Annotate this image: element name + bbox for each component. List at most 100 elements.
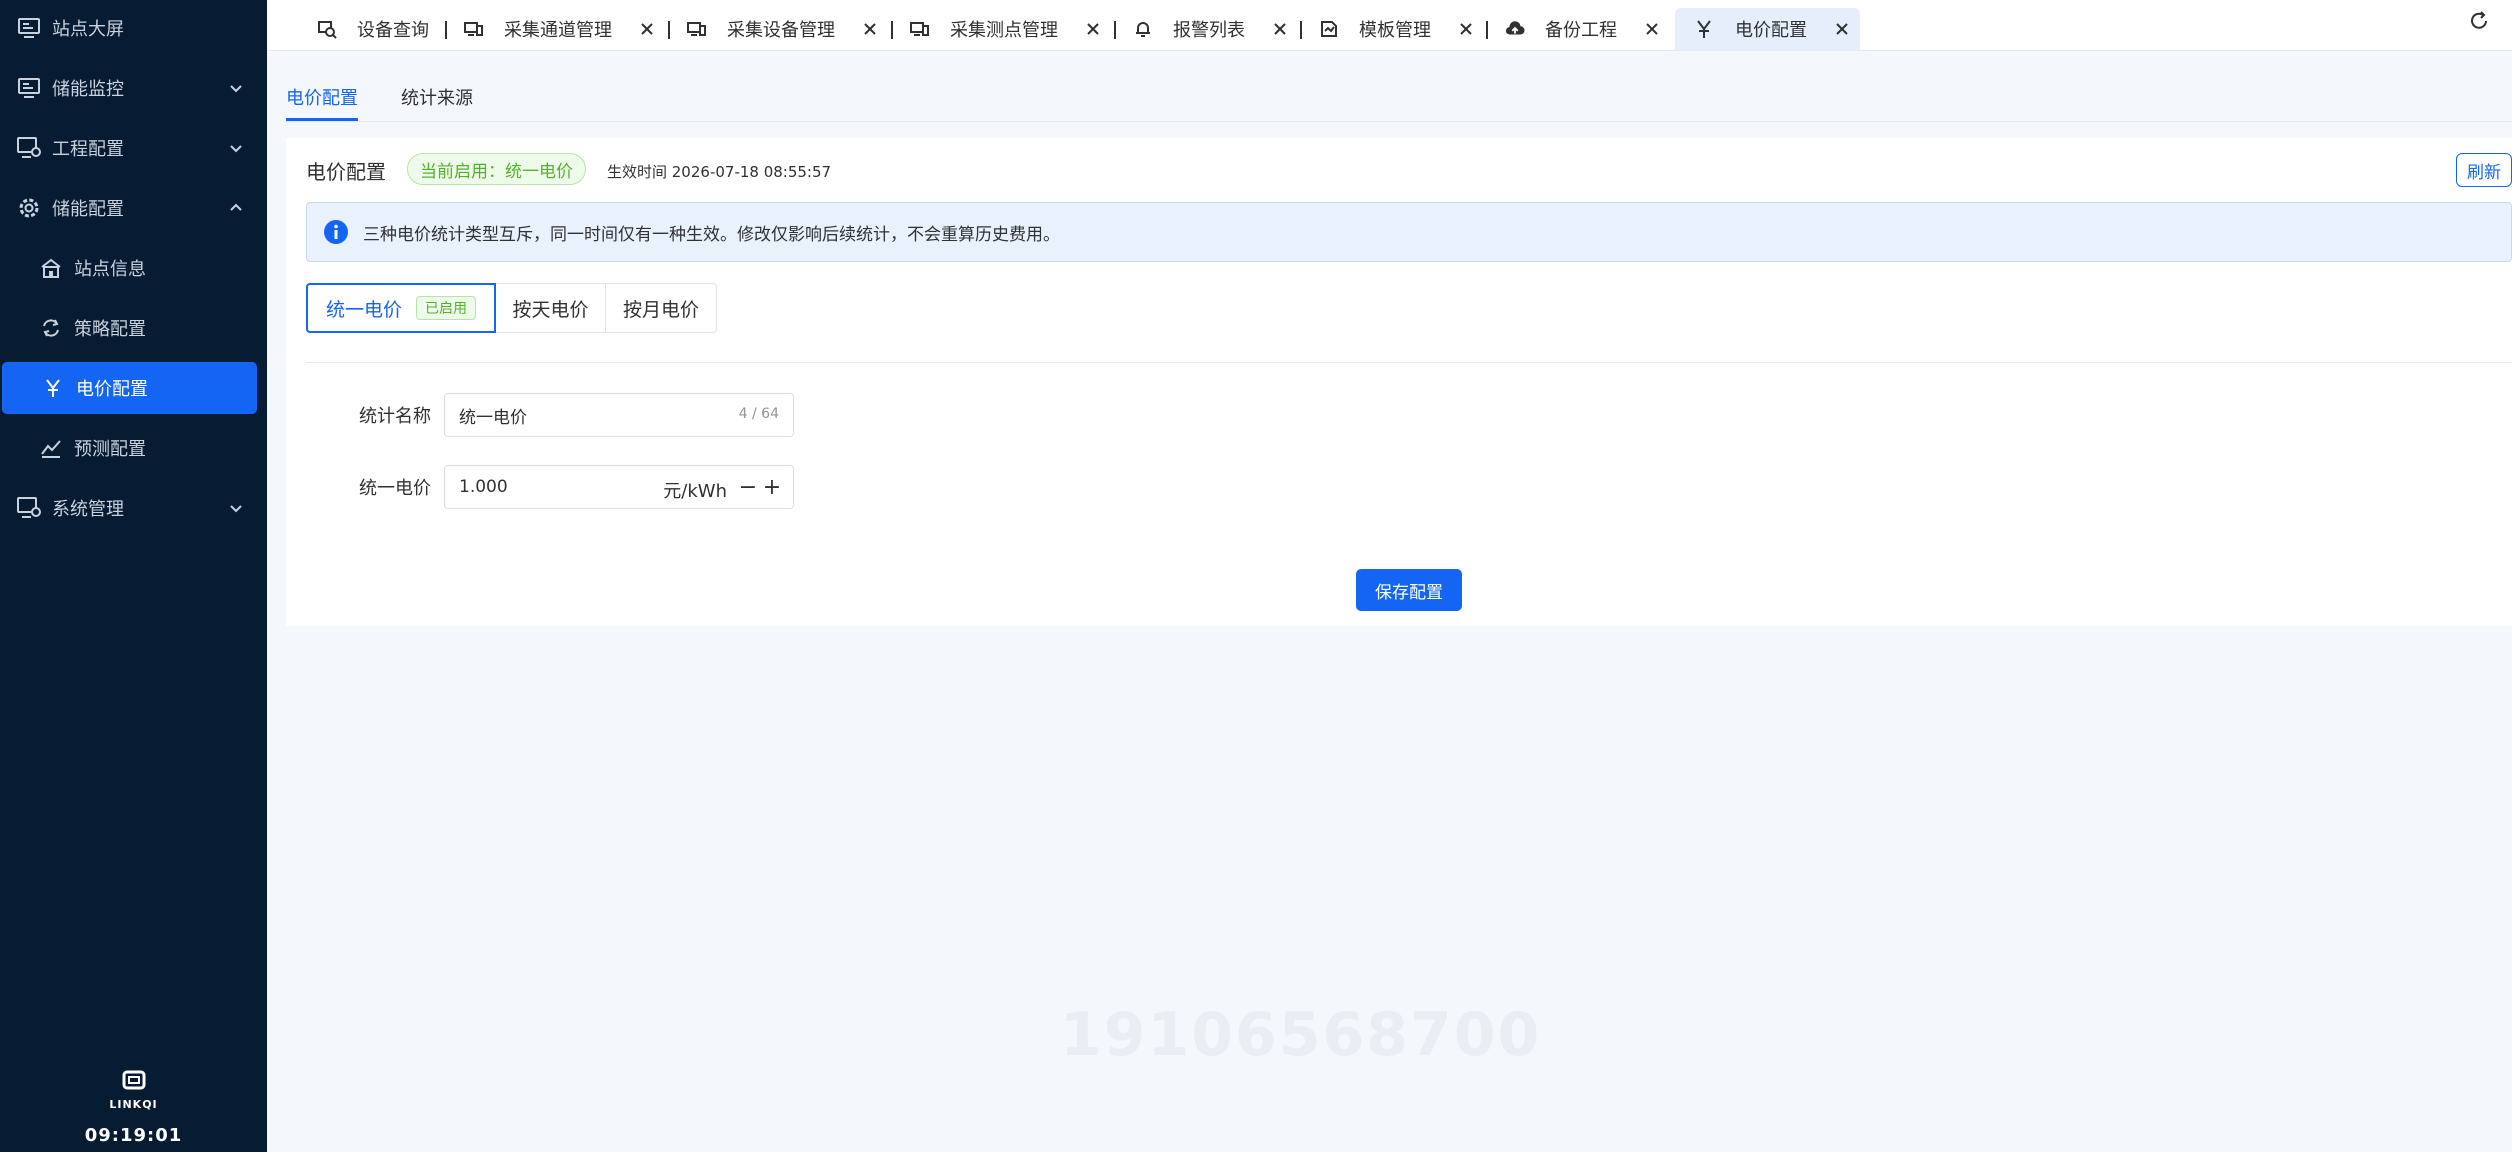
alert-text: 三种电价统计类型互斥，同一时间仅有一种生效。修改仅影响后续统计，不会重算历史费用… (363, 224, 1060, 245)
sidebar-item-storage-config[interactable]: 储能配置 (0, 178, 267, 238)
price-config-card: 电价配置 当前启用：统一电价 生效时间 2026-07-18 08:55:57 … (286, 138, 2512, 626)
sidebar-item-label: 工程配置 (52, 139, 124, 160)
segment-label: 统一电价 (325, 298, 402, 321)
monitor-settings-icon (16, 495, 42, 521)
sidebar-item-label: 站点信息 (74, 259, 146, 280)
price-stepper[interactable]: 1.000 元/kWh − + (444, 465, 794, 509)
status-badge: 当前启用：统一电价 (407, 153, 586, 185)
tab-device-manage[interactable]: 采集设备管理 (687, 8, 877, 50)
tab-label: 设备查询 (357, 20, 429, 41)
decrement-button[interactable]: − (737, 475, 759, 500)
segment-daily-price[interactable]: 按天电价 (496, 283, 606, 333)
sidebar-item-label: 站点大屏 (52, 19, 124, 40)
chevron-up-icon (230, 203, 242, 211)
gear-icon (16, 195, 42, 221)
sidebar-item-site-info[interactable]: 站点信息 (0, 238, 267, 298)
devices-icon (464, 19, 484, 39)
price-unit: 元/kWh (663, 481, 727, 502)
subtab-divider (286, 121, 2512, 122)
reload-icon[interactable] (2468, 10, 2490, 32)
sidebar-item-forecast-config[interactable]: 预测配置 (0, 418, 267, 478)
tab-channel-manage[interactable]: 采集通道管理 (464, 8, 654, 50)
tab-label: 采集设备管理 (727, 20, 835, 41)
save-button[interactable]: 保存配置 (1356, 569, 1462, 611)
tab-separator (1486, 21, 1488, 39)
segment-monthly-price[interactable]: 按月电价 (605, 283, 717, 333)
chart-trend-icon (38, 435, 64, 461)
chevron-down-icon (230, 145, 242, 153)
divider (306, 362, 2512, 363)
subtab-stat-source[interactable]: 统计来源 (401, 84, 473, 110)
sidebar-item-strategy-config[interactable]: 策略配置 (0, 298, 267, 358)
segment-unified-price[interactable]: 统一电价 已启用 (306, 283, 496, 333)
bell-icon (1133, 19, 1153, 39)
sidebar-item-storage-monitor[interactable]: 储能监控 (0, 58, 267, 118)
close-icon[interactable] (1273, 22, 1287, 36)
segment-label: 按月电价 (622, 298, 699, 321)
tab-template-manage[interactable]: 模板管理 (1319, 8, 1473, 50)
subtab-active-indicator (286, 118, 358, 121)
segment-label: 按天电价 (512, 298, 589, 321)
sidebar-item-project-config[interactable]: 工程配置 (0, 118, 267, 178)
tab-separator (891, 21, 893, 39)
tab-point-manage[interactable]: 采集测点管理 (910, 8, 1100, 50)
sidebar-item-price-config[interactable]: 电价配置 (2, 362, 257, 414)
subtab-price-config[interactable]: 电价配置 (286, 84, 358, 110)
search-device-icon (317, 19, 337, 39)
tab-label: 采集测点管理 (950, 20, 1058, 41)
effective-time: 生效时间 2026-07-18 08:55:57 (607, 163, 832, 181)
tab-separator (1114, 21, 1116, 39)
increment-button[interactable]: + (761, 475, 783, 500)
sidebar-item-label: 策略配置 (74, 319, 146, 340)
tab-device-query[interactable]: 设备查询 (317, 8, 429, 50)
tab-alarm-list[interactable]: 报警列表 (1133, 8, 1287, 50)
refresh-button[interactable]: 刷新 (2456, 153, 2512, 187)
sidebar-item-label: 储能监控 (52, 79, 124, 100)
stat-name-input[interactable]: 统一电价 4 / 64 (444, 393, 794, 437)
close-icon[interactable] (1086, 22, 1100, 36)
price-label: 统一电价 (359, 478, 431, 499)
template-icon (1319, 19, 1339, 39)
tab-price-config[interactable]: 电价配置 (1675, 8, 1860, 50)
chevron-down-icon (230, 85, 242, 93)
close-icon[interactable] (1835, 22, 1849, 36)
monitor-icon (16, 15, 42, 41)
linkqi-logo (122, 1070, 145, 1090)
brand: LINKQI 09:19:01 (0, 1068, 267, 1146)
sidebar-item-label: 储能配置 (52, 199, 124, 220)
char-count: 4 / 64 (738, 406, 779, 422)
clock: 09:19:01 (84, 1125, 183, 1146)
cloud-upload-icon (1505, 19, 1525, 39)
tab-label: 备份工程 (1545, 20, 1617, 41)
close-icon[interactable] (640, 22, 654, 36)
tab-label: 采集通道管理 (504, 20, 612, 41)
sidebar: 站点大屏 储能监控 工程配置 储能配置 站点信息 策略配置 电价配置 预测配置 … (0, 0, 267, 1152)
yen-icon (40, 375, 66, 401)
refresh-cycle-icon (38, 315, 64, 341)
tabs-bar: 设备查询 采集通道管理 采集设备管理 采集测点管理 报警列表 模板管理 备份工程 (267, 0, 2512, 51)
card-title: 电价配置 (306, 160, 386, 184)
close-icon[interactable] (1459, 22, 1473, 36)
input-value: 统一电价 (459, 407, 527, 428)
tab-label: 模板管理 (1359, 20, 1431, 41)
used-badge: 已启用 (416, 296, 476, 320)
sidebar-item-label: 电价配置 (76, 379, 148, 400)
home-icon (38, 255, 64, 281)
sidebar-item-label: 预测配置 (74, 439, 146, 460)
monitor-icon (16, 75, 42, 101)
info-icon (324, 220, 348, 244)
name-label: 统计名称 (359, 406, 431, 427)
tab-separator (668, 21, 670, 39)
chevron-down-icon (230, 505, 242, 513)
devices-icon (910, 19, 930, 39)
tab-backup-project[interactable]: 备份工程 (1505, 8, 1659, 50)
price-value: 1.000 (459, 477, 508, 497)
close-icon[interactable] (863, 22, 877, 36)
brand-name: LINKQI (109, 1098, 158, 1111)
yen-icon (1695, 19, 1715, 39)
info-alert: 三种电价统计类型互斥，同一时间仅有一种生效。修改仅影响后续统计，不会重算历史费用… (306, 202, 2512, 262)
close-icon[interactable] (1645, 22, 1659, 36)
tab-separator (1300, 21, 1302, 39)
sidebar-item-system-admin[interactable]: 系统管理 (0, 478, 267, 538)
sidebar-item-site-screen[interactable]: 站点大屏 (0, 0, 267, 58)
